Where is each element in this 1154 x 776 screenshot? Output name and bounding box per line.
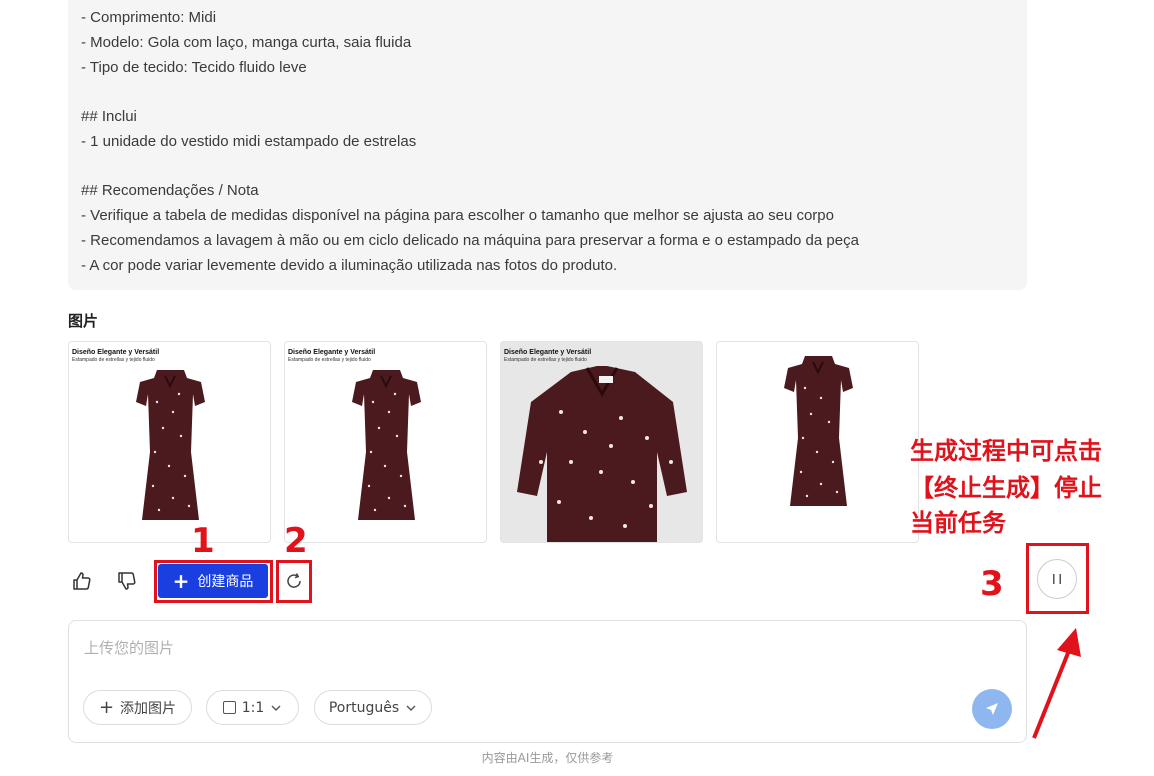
annotation-number-2: 2 — [284, 521, 308, 561]
thumbnail-caption: Diseño Elegante y Versátil — [504, 349, 592, 356]
thumbs-down-icon[interactable] — [115, 569, 139, 593]
desc-line: - Verifique a tabela de medidas disponív… — [81, 207, 834, 224]
desc-heading: ## Inclui — [81, 108, 137, 125]
shirt-closeup-image — [517, 366, 687, 542]
plus-icon: + — [98, 696, 115, 718]
dress-image — [136, 370, 205, 520]
images-section-title: 图片 — [68, 312, 99, 330]
dress-image — [784, 356, 853, 506]
add-image-label: 添加图片 — [120, 700, 177, 717]
add-image-button[interactable]: + 添加图片 — [83, 690, 192, 725]
chevron-down-icon — [271, 705, 281, 711]
annotation-box-create — [154, 560, 273, 603]
desc-line: - A cor pode variar levemente devido a i… — [81, 257, 618, 274]
product-image-thumbnail[interactable] — [716, 341, 919, 543]
aspect-ratio-select[interactable]: 1:1 — [206, 690, 299, 725]
pause-icon — [1053, 574, 1061, 584]
language-label: Português — [328, 699, 400, 716]
thumbnail-caption: Diseño Elegante y Versátil — [72, 349, 160, 356]
annotation-number-1: 1 — [191, 521, 215, 561]
thumbnail-caption: Diseño Elegante y Versátil — [288, 349, 376, 356]
desc-line: - Tipo de tecido: Tecido fluido leve — [81, 59, 307, 76]
thumbnail-subcaption: Estampado de estrellas y tejido fluido — [504, 357, 587, 363]
dress-image — [352, 370, 421, 520]
product-image-thumbnail[interactable]: Diseño Elegante y Versátil Estampado de … — [68, 341, 271, 543]
thumbs-up-icon[interactable] — [70, 569, 94, 593]
thumbnail-subcaption: Estampado de estrellas y tejido fluido — [288, 357, 371, 363]
annotation-box-refresh — [276, 560, 312, 603]
chevron-down-icon — [406, 705, 416, 711]
send-button[interactable] — [972, 689, 1012, 729]
annotation-note-line: 生成过程中可点击 — [910, 437, 1102, 465]
upload-placeholder[interactable]: 上传您的图片 — [84, 637, 174, 658]
desc-line: - Modelo: Gola com laço, manga curta, sa… — [81, 34, 412, 51]
square-icon — [222, 701, 236, 714]
send-icon — [986, 703, 998, 715]
language-select[interactable]: Português — [314, 690, 432, 725]
aspect-ratio-label: 1:1 — [241, 699, 265, 716]
annotation-number-3: 3 — [980, 564, 1004, 604]
product-image-thumbnail[interactable]: Diseño Elegante y Versátil Estampado de … — [284, 341, 487, 543]
annotation-note-line: 当前任务 — [910, 509, 1006, 537]
thumbnail-subcaption: Estampado de estrellas y tejido fluido — [72, 357, 155, 363]
desc-heading: ## Recomendações / Nota — [81, 182, 259, 199]
stop-generation-button[interactable] — [1037, 559, 1077, 599]
annotation-arrow — [1032, 628, 1081, 739]
desc-line: - Recomendamos a lavagem à mão ou em cic… — [81, 232, 859, 249]
ai-disclaimer: 内容由AI生成，仅供参考 — [481, 751, 614, 765]
annotation-note-line: 【终止生成】停止 — [910, 474, 1102, 502]
desc-line: - Comprimento: Midi — [81, 9, 217, 26]
chat-input-box[interactable] — [68, 620, 1027, 743]
product-image-thumbnail[interactable]: Diseño Elegante y Versátil Estampado de … — [500, 341, 703, 543]
desc-line: - 1 unidade do vestido midi estampado de… — [81, 133, 417, 150]
